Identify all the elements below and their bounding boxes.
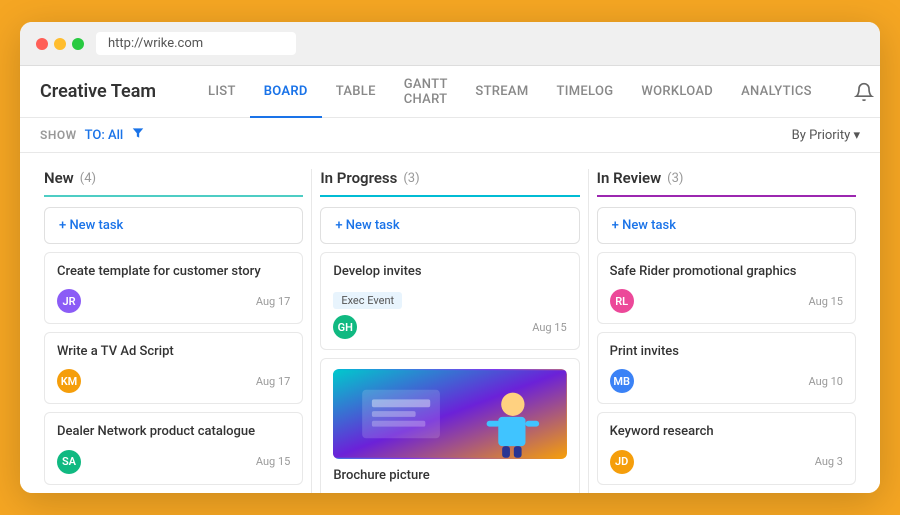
task-date: Aug 3 xyxy=(815,455,843,468)
browser-window: http://wrike.com Creative Team LIST BOAR… xyxy=(20,22,880,493)
header-actions: ⋮ xyxy=(850,78,880,106)
task-footer: SA Aug 15 xyxy=(57,450,290,474)
task-title: Brochure picture xyxy=(333,467,566,485)
task-card[interactable]: Write a TV Ad Script KM Aug 17 xyxy=(44,332,303,404)
show-label: SHOW xyxy=(40,128,77,142)
browser-dots xyxy=(36,38,84,50)
notifications-icon[interactable] xyxy=(850,78,878,106)
task-footer: RL Aug 15 xyxy=(610,289,843,313)
task-title: Dealer Network product catalogue xyxy=(57,423,290,441)
task-tag: Exec Event xyxy=(333,292,402,309)
task-date: Aug 17 xyxy=(256,375,290,388)
avatar: GH xyxy=(333,315,357,339)
task-title: Keyword research xyxy=(610,423,843,441)
columns-wrapper: New (4) + New task Create template for c… xyxy=(36,169,864,493)
task-card[interactable]: Dealer Network product catalogue SA Aug … xyxy=(44,412,303,484)
avatar: KM xyxy=(57,369,81,393)
task-card-print-invites[interactable]: Print invites MB Aug 10 xyxy=(597,332,856,404)
task-date: Aug 15 xyxy=(532,321,566,334)
column-title-inprogress: In Progress xyxy=(320,169,397,187)
new-task-btn-new[interactable]: + New task xyxy=(44,207,303,244)
avatar: SA xyxy=(57,450,81,474)
app-header: Creative Team LIST BOARD TABLE GANTT CHA… xyxy=(20,66,880,118)
task-footer: KM Aug 17 xyxy=(57,369,290,393)
browser-url[interactable]: http://wrike.com xyxy=(96,32,296,55)
column-count-inprogress: (3) xyxy=(403,171,419,186)
dot-green[interactable] xyxy=(72,38,84,50)
tab-table[interactable]: TABLE xyxy=(322,66,390,118)
task-card-safe-rider[interactable]: Safe Rider promotional graphics RL Aug 1… xyxy=(597,252,856,324)
column-inprogress: In Progress (3) + New task Develop invit… xyxy=(312,169,587,493)
tab-stream[interactable]: STREAM xyxy=(461,66,542,118)
column-count-inreview: (3) xyxy=(667,171,683,186)
task-date: Aug 15 xyxy=(809,295,843,308)
tab-timelog[interactable]: TIMELOG xyxy=(543,66,628,118)
tab-analytics[interactable]: ANALYTICS xyxy=(727,66,826,118)
new-task-btn-inprogress[interactable]: + New task xyxy=(320,207,579,244)
task-card[interactable]: Create template for customer story JR Au… xyxy=(44,252,303,324)
app-title: Creative Team xyxy=(40,81,170,102)
column-title-inreview: In Review xyxy=(597,169,661,187)
board-content: New (4) + New task Create template for c… xyxy=(20,153,880,493)
to-all-filter[interactable]: TO: All xyxy=(85,128,124,143)
task-title: Safe Rider promotional graphics xyxy=(610,263,843,281)
tab-gantt-chart[interactable]: GANTT CHART xyxy=(390,66,462,118)
task-title: Create template for customer story xyxy=(57,263,290,281)
task-footer: GH Aug 15 xyxy=(333,315,566,339)
new-task-btn-inreview[interactable]: + New task xyxy=(597,207,856,244)
avatar: MB xyxy=(610,369,634,393)
dot-yellow[interactable] xyxy=(54,38,66,50)
task-footer: JR Aug 17 xyxy=(57,289,290,313)
avatar: JD xyxy=(610,450,634,474)
task-image xyxy=(333,369,566,459)
task-date: Aug 10 xyxy=(809,375,843,388)
tab-list[interactable]: LIST xyxy=(194,66,250,118)
task-card-keyword-research[interactable]: Keyword research JD Aug 3 xyxy=(597,412,856,484)
task-footer: MB Aug 10 xyxy=(610,369,843,393)
by-priority-dropdown[interactable]: By Priority ▾ xyxy=(792,128,860,143)
filter-bar: SHOW TO: All By Priority ▾ xyxy=(20,118,880,153)
nav-tabs: LIST BOARD TABLE GANTT CHART STREAM TIME… xyxy=(194,66,826,118)
avatar: JR xyxy=(57,289,81,313)
avatar: RL xyxy=(610,289,634,313)
task-card-brochure[interactable]: Brochure picture TK Aug 17 xyxy=(320,358,579,493)
task-card-develop-invites[interactable]: Develop invites Exec Event GH Aug 15 xyxy=(320,252,579,350)
task-date: Aug 17 xyxy=(256,295,290,308)
task-title: Write a TV Ad Script xyxy=(57,343,290,361)
column-header-inprogress: In Progress (3) xyxy=(320,169,579,197)
tab-board[interactable]: BOARD xyxy=(250,66,322,118)
column-new: New (4) + New task Create template for c… xyxy=(36,169,311,493)
column-header-new: New (4) xyxy=(44,169,303,197)
filter-icon[interactable] xyxy=(131,126,145,144)
column-header-inreview: In Review (3) xyxy=(597,169,856,197)
task-footer: JD Aug 3 xyxy=(610,450,843,474)
task-date: Aug 15 xyxy=(256,455,290,468)
browser-chrome: http://wrike.com xyxy=(20,22,880,66)
dot-red[interactable] xyxy=(36,38,48,50)
column-inreview: In Review (3) + New task Safe Rider prom… xyxy=(589,169,864,493)
tab-workload[interactable]: WORKLOAD xyxy=(627,66,727,118)
column-count-new: (4) xyxy=(80,171,96,186)
task-title: Print invites xyxy=(610,343,843,361)
column-title-new: New xyxy=(44,169,74,187)
task-title: Develop invites xyxy=(333,263,566,281)
